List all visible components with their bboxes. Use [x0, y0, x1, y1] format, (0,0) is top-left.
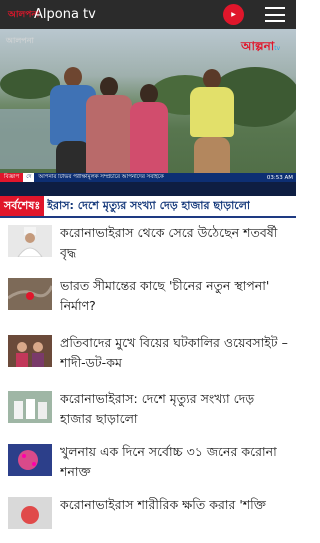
- news-thumbnail: [8, 335, 52, 367]
- news-thumbnail: [8, 278, 52, 310]
- news-title: ভারত সীমান্তের কাছে 'চীনের নতুন স্থাপনা'…: [60, 278, 270, 313]
- person-figure: [186, 69, 238, 189]
- news-item[interactable]: করোনাভাইরাস শারীরিক ক্ষতি করার 'শক্তি: [0, 491, 296, 543]
- news-thumbnail: [8, 225, 52, 257]
- ticker-time: 03:53 AM: [266, 174, 293, 181]
- news-title: খুলনায় এক দিনে সর্বোচ্চ ৩১ জনের করোনা শ…: [60, 444, 277, 479]
- video-bottom-bar: [0, 182, 296, 196]
- news-item[interactable]: করোনাভাইরাস থেকে সেরে উঠেছেন শতবর্ষী বৃদ…: [0, 219, 296, 271]
- news-thumbnail: [8, 497, 52, 529]
- ticker-tag-secondary: দে: [23, 173, 35, 182]
- news-thumbnail: [8, 391, 52, 423]
- app-logo: আলপনা: [8, 9, 40, 20]
- news-thumbnail: [8, 444, 52, 476]
- news-item[interactable]: প্রতিবাদের মুখে বিয়ের ঘটকালির ওয়েবসাইট…: [0, 329, 296, 381]
- breaking-label: সর্বশেষঃ: [0, 196, 45, 216]
- breaking-news-bar[interactable]: সর্বশেষঃ ইরাস: দেশে মৃত্যুর সংখ্যা দেড় …: [0, 196, 296, 218]
- news-item[interactable]: করোনাভাইরাস: দেশে মৃত্যুর সংখ্যা দেড় হা…: [0, 385, 296, 437]
- news-title: করোনাভাইরাস: দেশে মৃত্যুর সংখ্যা দেড় হা…: [60, 391, 255, 426]
- breaking-text: ইরাস: দেশে মৃত্যুর সংখ্যা দেড় হাজার ছাড…: [47, 198, 251, 212]
- news-ticker: বিজ্ঞাপ দে আপনার টিভির পরীক্ষামূলক সম্প্…: [0, 173, 296, 182]
- app-title: Alpona tv: [34, 7, 96, 22]
- news-title: প্রতিবাদের মুখে বিয়ের ঘটকালির ওয়েবসাইট…: [60, 335, 288, 370]
- news-title: করোনাভাইরাস থেকে সেরে উঠেছেন শতবর্ষী বৃদ…: [60, 225, 278, 260]
- news-item[interactable]: খুলনায় এক দিনে সর্বোচ্চ ৩১ জনের করোনা শ…: [0, 438, 296, 490]
- ticker-text: আপনার টিভির পরীক্ষামূলক সম্প্রচারে আপনাদ…: [38, 173, 164, 180]
- app-bar: আলপনা Alpona tv ▶: [0, 0, 296, 29]
- news-item[interactable]: ভারত সীমান্তের কাছে 'চীনের নতুন স্থাপনা'…: [0, 272, 296, 324]
- brand-text: আল্পনা: [241, 39, 275, 53]
- hamburger-menu-icon[interactable]: [265, 7, 285, 22]
- youtube-icon[interactable]: ▶: [223, 4, 244, 25]
- brand-suffix: tv: [274, 45, 281, 52]
- live-video-player[interactable]: আলপনা আল্পনাtv বিজ্ঞাপ দে আপনার টিভির পর…: [0, 29, 296, 196]
- channel-watermark: আলপনা: [6, 36, 34, 45]
- ticker-tag: বিজ্ঞাপ: [0, 173, 24, 182]
- news-title: করোনাভাইরাস শারীরিক ক্ষতি করার 'শক্তি: [60, 497, 266, 512]
- channel-brand: আল্পনাtv: [241, 38, 280, 58]
